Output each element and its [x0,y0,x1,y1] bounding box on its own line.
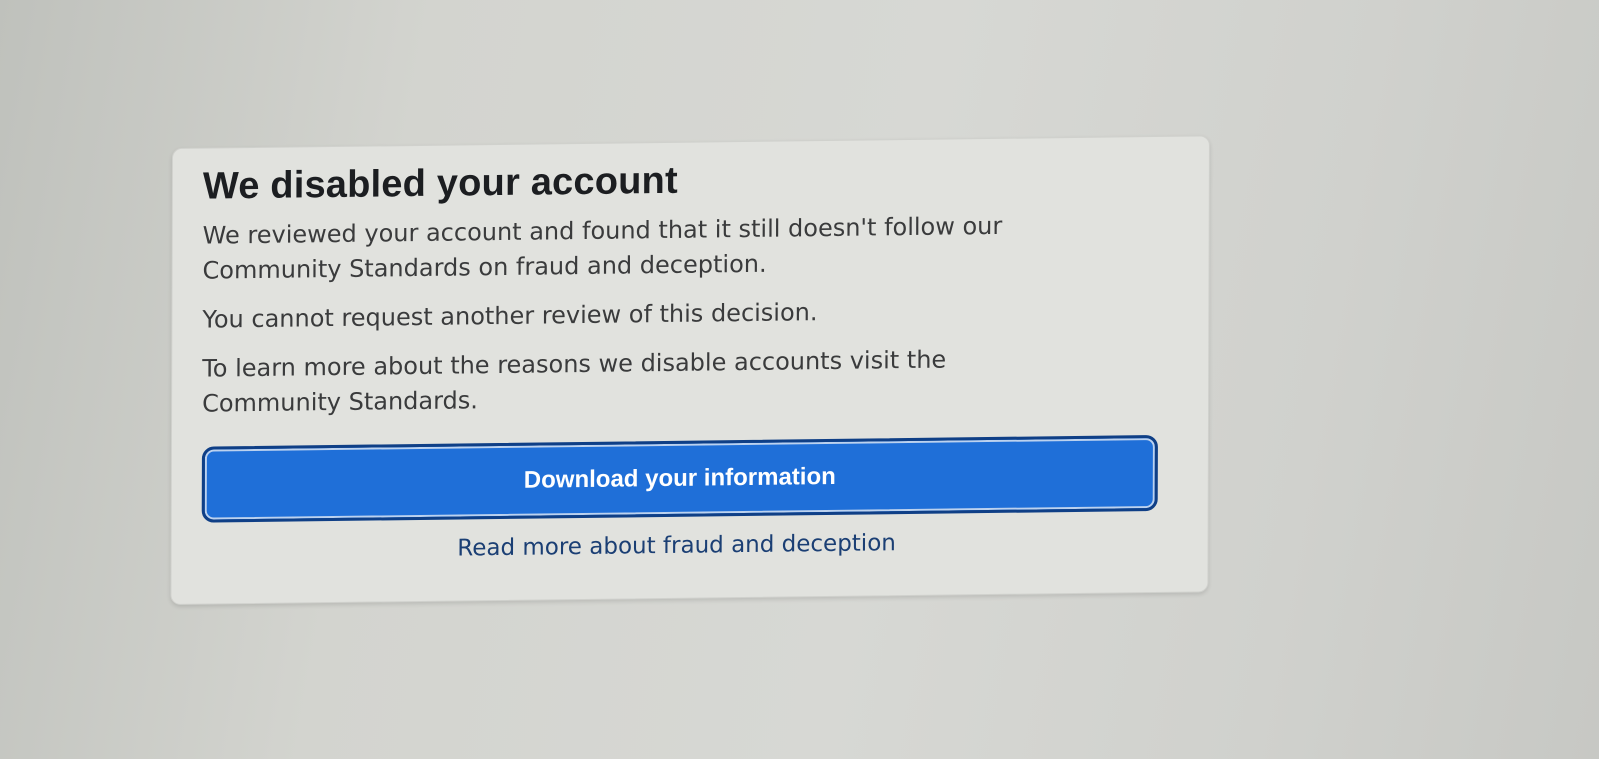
learn-more-text: To learn more about the reasons we disab… [202,340,1162,422]
card-title: We disabled your account [202,159,678,208]
review-result-text: We reviewed your account and found that … [203,207,1163,289]
card-content: We disabled your account We reviewed you… [202,151,1163,422]
no-review-text: You cannot request another review of thi… [202,298,818,334]
download-information-label: Download your information [523,462,836,494]
download-information-button[interactable]: Download your information [201,434,1158,523]
account-disabled-card: We disabled your account We reviewed you… [170,135,1210,606]
read-more-fraud-link[interactable]: Read more about fraud and deception [202,527,1152,565]
page: We disabled your account We reviewed you… [0,0,1599,759]
